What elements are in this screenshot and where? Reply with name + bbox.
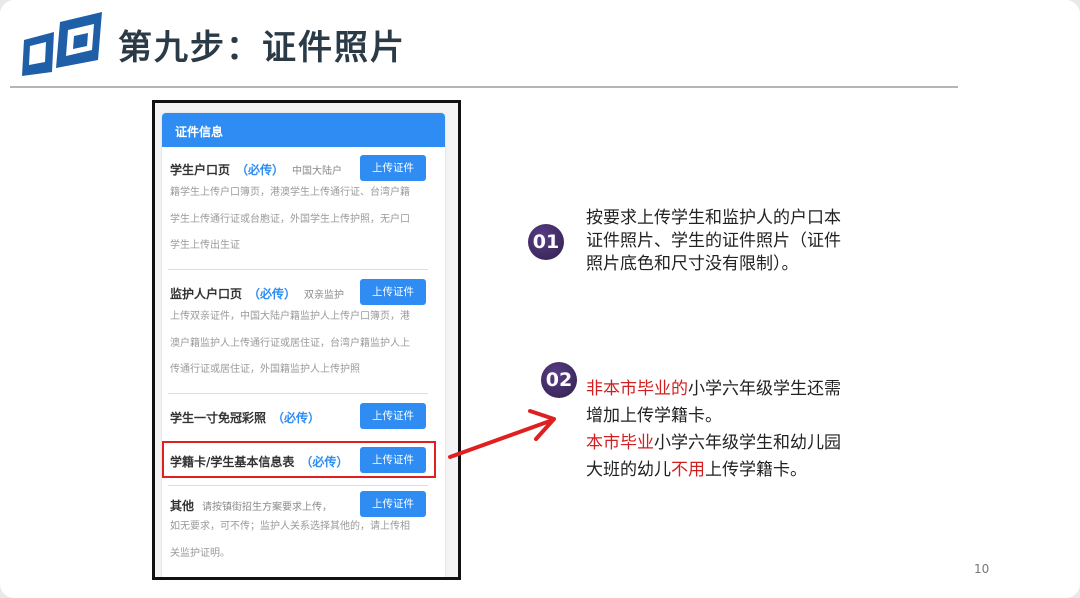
highlight-box [162, 441, 436, 478]
section-desc-line: 籍学生上传户口簿页，港澳学生上传通行证、台湾户籍 [170, 187, 410, 198]
step-badge-01: 01 [528, 224, 564, 260]
upload-button-student-hukou[interactable]: 上传证件 [360, 155, 426, 181]
required-tag: （必传） [272, 411, 321, 425]
section-title: 学生户口页 [170, 163, 231, 177]
card-header: 证件信息 [162, 113, 445, 147]
section-title: 学生一寸免冠彩照 [170, 411, 267, 425]
page-number: 10 [974, 562, 990, 576]
note-01: 按要求上传学生和监护人的户口本 证件照片、学生的证件照片（证件 照片底色和尺寸没… [586, 207, 841, 276]
upload-button-guardian-hukou[interactable]: 上传证件 [360, 279, 426, 305]
note-line: 照片底色和尺寸没有限制）。 [586, 254, 799, 274]
slide: 第九步：证件照片 证件信息 学生户口页 （必传） 中国大陆户 籍学生上传户口簿页，港… [0, 0, 1080, 598]
arrow-icon [448, 409, 556, 459]
logo-icon [22, 12, 102, 76]
note-text: 小学六年级学生和幼儿园 [654, 433, 841, 453]
step-badge-02: 02 [541, 362, 577, 398]
required-tag: （必传） [236, 163, 285, 177]
note-highlight: 不用 [671, 460, 705, 480]
required-tag: （必传） [248, 287, 297, 301]
header-divider [10, 86, 958, 88]
certificate-card: 证件信息 学生户口页 （必传） 中国大陆户 籍学生上传户口簿页，港澳学生上传通行证、… [162, 113, 445, 577]
note-text: 小学六年级学生还需 [688, 379, 841, 399]
page-title: 第九步：证件照片 [118, 28, 406, 68]
upload-button-student-photo[interactable]: 上传证件 [360, 403, 426, 429]
phone-screenshot: 证件信息 学生户口页 （必传） 中国大陆户 籍学生上传户口簿页，港澳学生上传通行证、… [152, 100, 461, 580]
upload-button-other[interactable]: 上传证件 [360, 491, 426, 517]
note-highlight: 本市毕业 [586, 433, 654, 453]
section-note: 请按镇街招生方案要求上传， [202, 502, 333, 513]
section-note: 中国大陆户 [292, 166, 343, 177]
section-title: 其他 [170, 499, 195, 513]
section-note: 双亲监护 [304, 290, 345, 301]
note-line: 证件照片、学生的证件照片（证件 [586, 231, 841, 251]
section-desc-line: 传通行证或居住证，外国籍监护人上传护照 [170, 364, 360, 375]
note-text: 上传学籍卡。 [705, 460, 807, 480]
note-line: 增加上传学籍卡。 [586, 406, 722, 426]
divider [168, 485, 428, 486]
section-desc-line: 学生上传出生证 [170, 240, 240, 251]
note-text: 大班的幼儿 [586, 460, 671, 480]
note-02: 非本市毕业的小学六年级学生还需 增加上传学籍卡。 本市毕业小学六年级学生和幼儿园… [586, 376, 841, 484]
section-desc-line: 澳户籍监护人上传通行证或居住证，台湾户籍监护人上 [170, 337, 410, 349]
note-highlight: 非本市毕业的 [586, 379, 688, 399]
note-line: 非本市毕业的小学六年级学生还需 [586, 376, 841, 403]
note-line: 按要求上传学生和监护人的户口本 [586, 208, 841, 228]
section-desc-line: 上传双亲证件，中国大陆户籍监护人上传户口簿页，港 [170, 311, 410, 322]
section-title: 监护人户口页 [170, 287, 243, 301]
section-desc-line: 学生上传通行证或台胞证，外国学生上传护照，无户口 [170, 213, 410, 225]
divider [168, 393, 428, 394]
section-desc-line: 关监护证明。 [170, 547, 230, 559]
note-line: 本市毕业小学六年级学生和幼儿园 [586, 430, 841, 457]
note-line: 大班的幼儿不用上传学籍卡。 [586, 457, 841, 484]
divider [168, 269, 428, 270]
section-desc-line: 如无要求，可不传；监护人关系选择其他的，请上传相 [170, 521, 410, 532]
